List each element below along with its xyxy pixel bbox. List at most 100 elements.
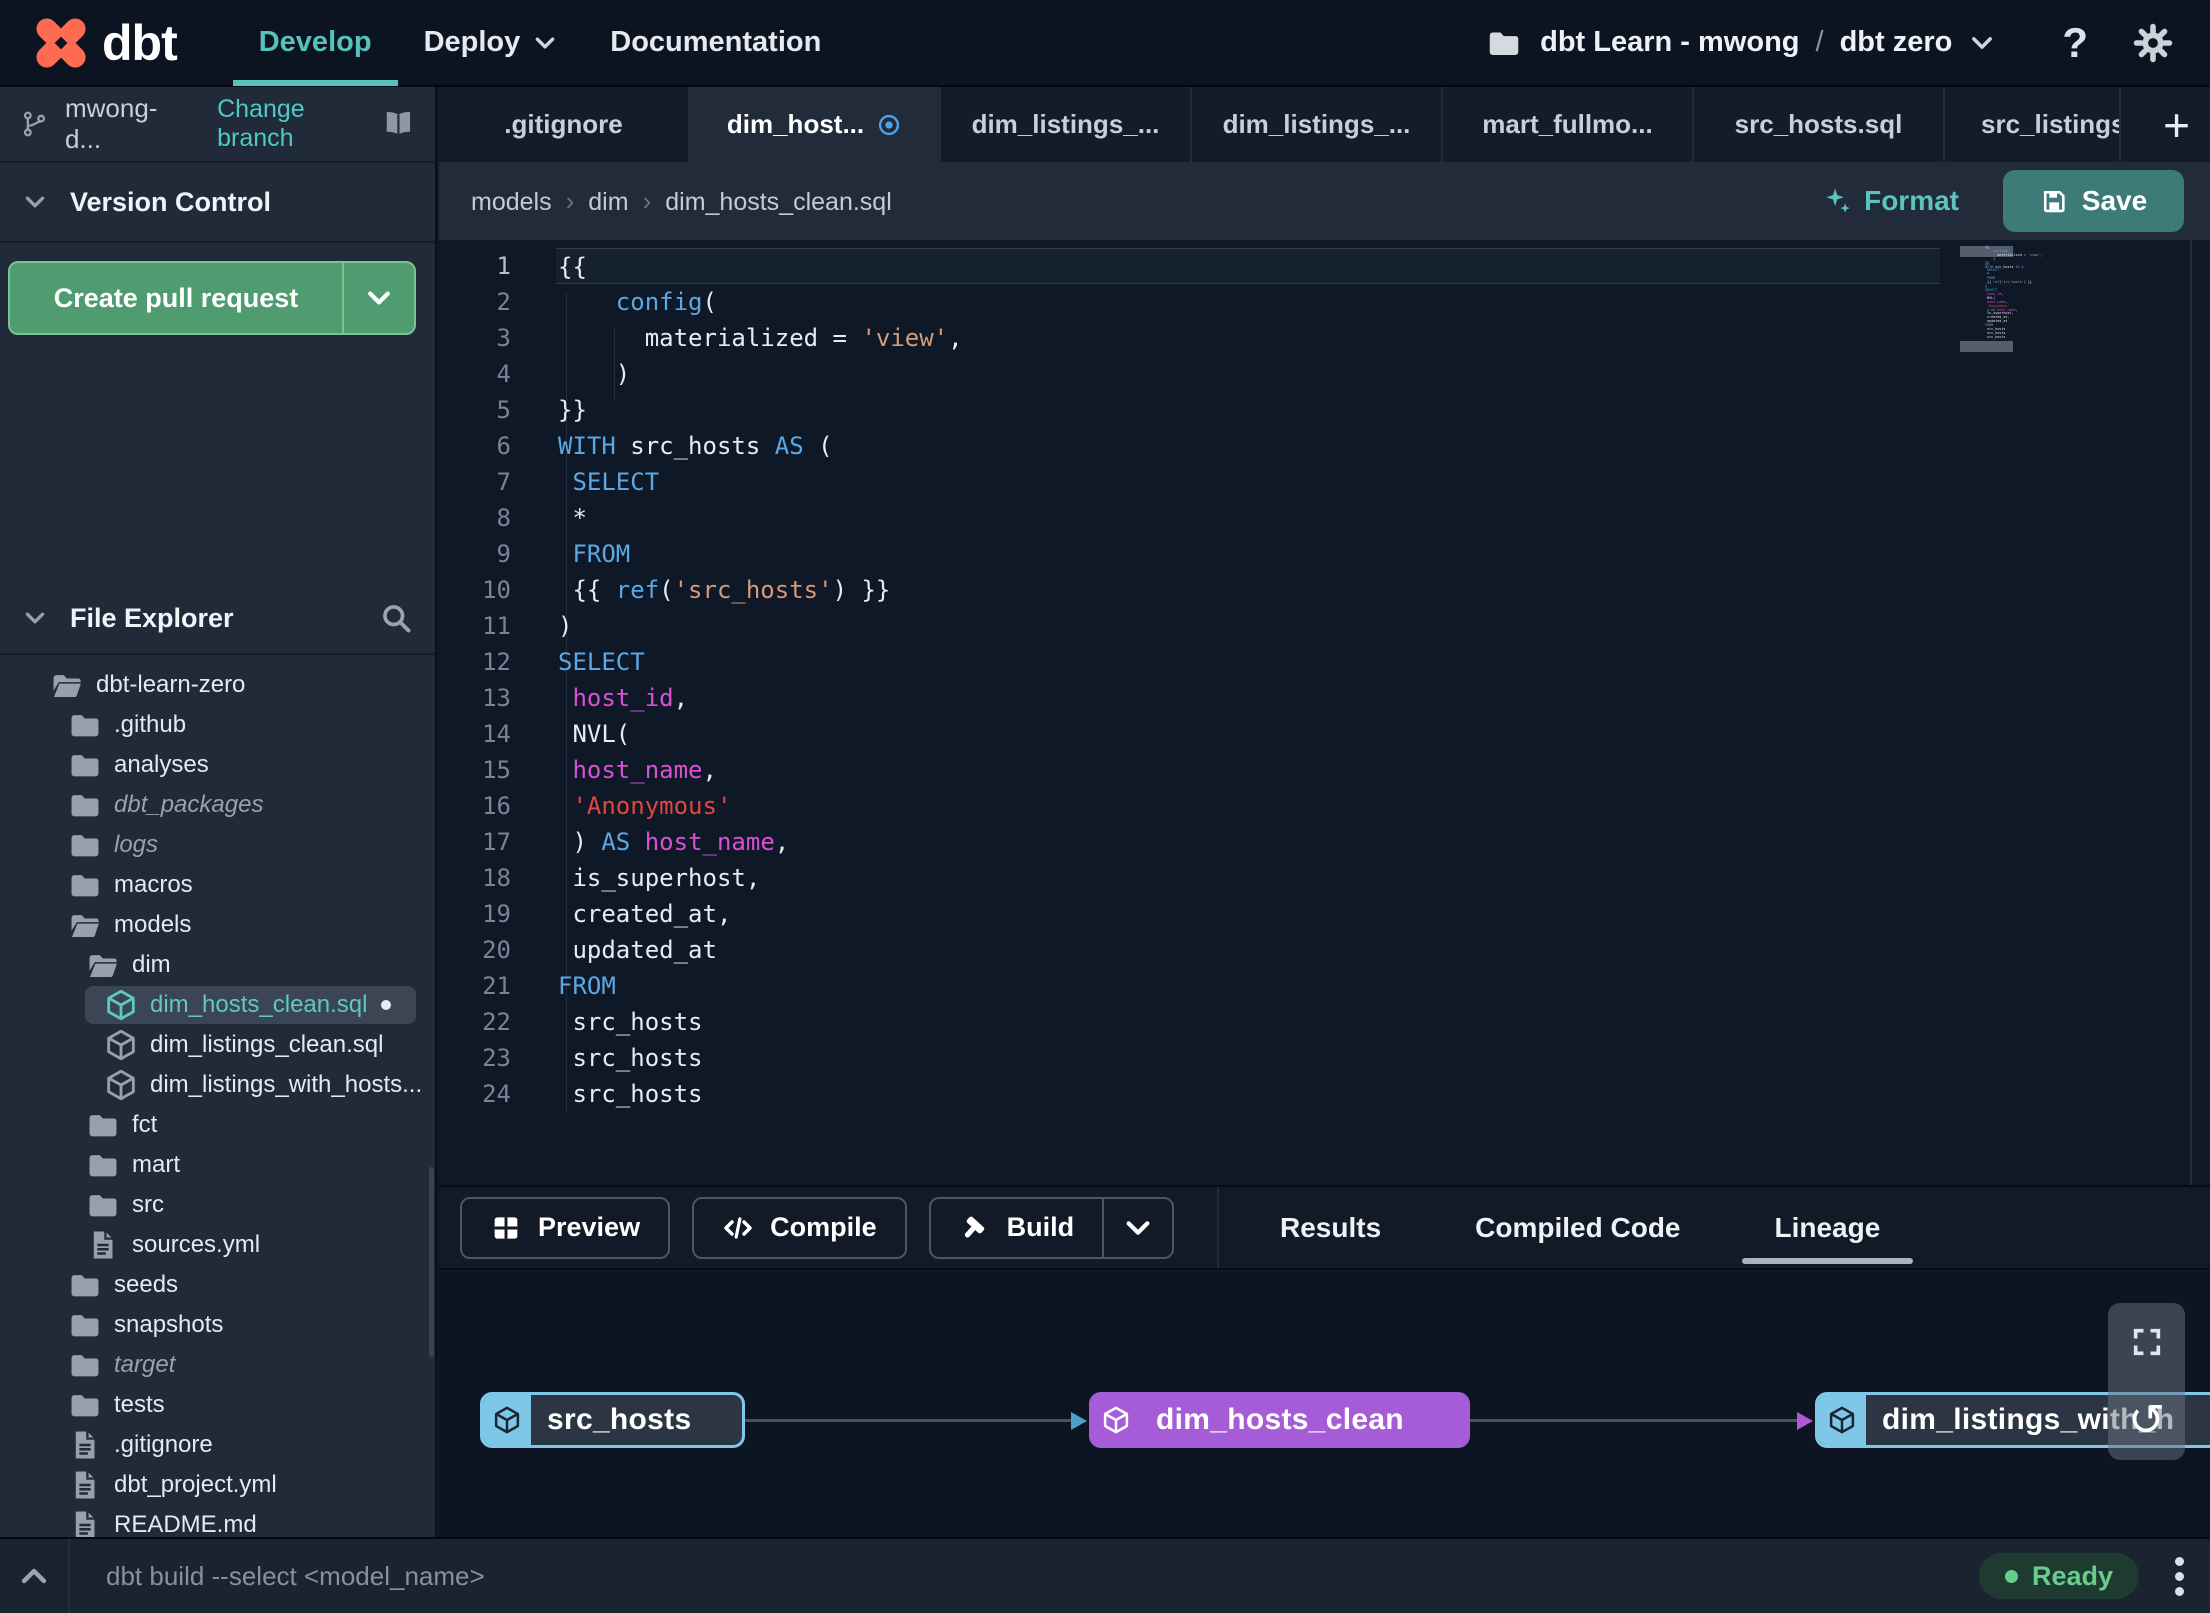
code-line-3[interactable]: 3 materialized = 'view', xyxy=(439,320,1940,356)
help-icon[interactable]: ? xyxy=(2062,19,2088,67)
lineage-node-dim-hosts-clean[interactable]: dim_hosts_clean xyxy=(1089,1392,1470,1448)
tree-item-gitignore[interactable]: .gitignore xyxy=(0,1425,435,1465)
build-button[interactable]: Build xyxy=(928,1196,1175,1259)
command-input-hint[interactable]: dbt build --select <model_name> xyxy=(106,1561,485,1592)
code-line-21[interactable]: 21 FROM xyxy=(439,968,1940,1004)
code-line-24[interactable]: 24 src_hosts xyxy=(439,1076,1940,1112)
code-line-6[interactable]: 6 WITH src_hosts AS ( xyxy=(439,428,1940,464)
file-tab-src-listings[interactable]: src_listings. xyxy=(1945,87,2121,162)
code-line-16[interactable]: 16 'Anonymous' xyxy=(439,788,1940,824)
panel-tab-lineage[interactable]: Lineage xyxy=(1741,1187,1914,1268)
create-pull-request-button[interactable]: Create pull request xyxy=(8,261,416,335)
tree-item-dim-hosts-clean-sql[interactable]: dim_hosts_clean.sql xyxy=(0,985,435,1025)
version-control-header[interactable]: Version Control xyxy=(0,163,435,243)
chevron-down-icon[interactable] xyxy=(1968,29,1996,57)
code-line-12[interactable]: 12 SELECT xyxy=(439,644,1940,680)
crumb-models[interactable]: models xyxy=(471,188,552,216)
reset-view-button[interactable]: ↺ xyxy=(2108,1382,2185,1461)
code-line-13[interactable]: 13 host_id, xyxy=(439,680,1940,716)
docs-book-icon[interactable] xyxy=(382,107,415,141)
save-button[interactable]: Save xyxy=(2003,170,2184,232)
code-line-4[interactable]: 4 ) xyxy=(439,356,1940,392)
code-line-2[interactable]: 2 config( xyxy=(439,284,1940,320)
file-tab-strip: .gitignore dim_host... dim_listings_... dim… xyxy=(439,87,2210,162)
file-tab-gitignore[interactable]: .gitignore xyxy=(439,87,690,162)
tree-item-analyses[interactable]: analyses xyxy=(0,745,435,785)
editor-scrollbar[interactable] xyxy=(2190,240,2192,1185)
tree-item-dbt-packages[interactable]: dbt_packages xyxy=(0,785,435,825)
sidebar-scrollbar[interactable] xyxy=(429,1167,434,1357)
file-tab-dim-host[interactable]: dim_host... xyxy=(690,87,941,162)
tree-item-tests[interactable]: tests xyxy=(0,1385,435,1425)
chevron-down-icon[interactable] xyxy=(22,605,48,631)
environment-name[interactable]: dbt zero xyxy=(1840,26,1953,59)
tree-item-seeds[interactable]: seeds xyxy=(0,1265,435,1305)
fullscreen-button[interactable] xyxy=(2108,1303,2185,1382)
tree-item-target[interactable]: target xyxy=(0,1345,435,1385)
change-branch-link[interactable]: Change branch xyxy=(217,95,382,153)
code-line-10[interactable]: 10 {{ ref('src_hosts') }} xyxy=(439,572,1940,608)
tree-item-dim[interactable]: dim xyxy=(0,945,435,985)
account-name[interactable]: dbt Learn - mwong xyxy=(1540,26,1799,59)
code-line-14[interactable]: 14 NVL( xyxy=(439,716,1940,752)
tree-item-dim-listings-with-hosts[interactable]: dim_listings_with_hosts... xyxy=(0,1065,435,1105)
tree-item-models[interactable]: models xyxy=(0,905,435,945)
search-icon[interactable] xyxy=(379,601,413,635)
code-line-7[interactable]: 7 SELECT xyxy=(439,464,1940,500)
add-tab-button[interactable]: + xyxy=(2155,87,2198,162)
nav-item-deploy[interactable]: Deploy xyxy=(398,0,585,86)
minimap[interactable]: {{ config( materialized = 'view', )}} WIT… xyxy=(1985,245,2145,340)
file-tab-src-hosts-sql[interactable]: src_hosts.sql xyxy=(1694,87,1945,162)
tree-item-dbt-learn-zero[interactable]: dbt-learn-zero xyxy=(0,665,435,705)
crumb-dim[interactable]: dim xyxy=(588,188,628,216)
tree-item-snapshots[interactable]: snapshots xyxy=(0,1305,435,1345)
code-line-20[interactable]: 20 updated_at xyxy=(439,932,1940,968)
compile-button[interactable]: Compile xyxy=(692,1196,907,1259)
kebab-menu[interactable] xyxy=(2169,1551,2190,1602)
file-tab-mart-fullmo[interactable]: mart_fullmo... xyxy=(1443,87,1694,162)
code-line-8[interactable]: 8 * xyxy=(439,500,1940,536)
code-line-17[interactable]: 17 ) AS host_name, xyxy=(439,824,1940,860)
command-bar-expand[interactable] xyxy=(0,1559,68,1593)
create-pull-request-label[interactable]: Create pull request xyxy=(10,263,344,333)
crumb-dim-hosts-clean-sql[interactable]: dim_hosts_clean.sql xyxy=(665,188,892,216)
tree-item-readme-md[interactable]: README.md xyxy=(0,1505,435,1537)
tree-item-dbt-project-yml[interactable]: dbt_project.yml xyxy=(0,1465,435,1505)
file-explorer-header[interactable]: File Explorer xyxy=(0,583,435,655)
tree-item-sources-yml[interactable]: sources.yml xyxy=(0,1225,435,1265)
pull-request-dropdown[interactable] xyxy=(344,263,414,333)
preview-grid-icon xyxy=(494,1216,518,1239)
lineage-panel[interactable]: src_hosts dim_hosts_clean dim_listings_wit… xyxy=(439,1272,2210,1537)
tree-item-github[interactable]: .github xyxy=(0,705,435,745)
build-dropdown[interactable] xyxy=(1104,1212,1172,1244)
panel-tab-compiled-code[interactable]: Compiled Code xyxy=(1442,1187,1713,1268)
code-line-5[interactable]: 5}} xyxy=(439,392,1940,428)
nav-item-develop[interactable]: Develop xyxy=(232,0,398,86)
panel-tab-results[interactable]: Results xyxy=(1247,1187,1414,1268)
code-line-9[interactable]: 9 FROM xyxy=(439,536,1940,572)
code-line-19[interactable]: 19 created_at, xyxy=(439,896,1940,932)
code-line-15[interactable]: 15 host_name, xyxy=(439,752,1940,788)
tree-item-macros[interactable]: macros xyxy=(0,865,435,905)
nav-item-documentation[interactable]: Documentation xyxy=(584,0,847,86)
code-line-22[interactable]: 22 src_hosts xyxy=(439,1004,1940,1040)
code-editor[interactable]: 1{{2 config(3 materialized = 'view', 4 ) 5… xyxy=(439,240,2210,1185)
code-line-1[interactable]: 1 {{ xyxy=(439,248,1940,284)
tree-item-logs[interactable]: logs xyxy=(0,825,435,865)
code-line-11[interactable]: 11) xyxy=(439,608,1940,644)
tree-item-dim-listings-clean-sql[interactable]: dim_listings_clean.sql xyxy=(0,1025,435,1065)
gear-icon[interactable] xyxy=(2132,22,2174,64)
code-line-23[interactable]: 23 src_hosts xyxy=(439,1040,1940,1076)
file-tab-dim-listings[interactable]: dim_listings_... xyxy=(1192,87,1443,162)
dbt-logo[interactable]: dbt xyxy=(30,12,178,74)
preview-button[interactable]: Preview xyxy=(460,1196,671,1259)
file-tab-dim-listings[interactable]: dim_listings_... xyxy=(941,87,1192,162)
code-line-18[interactable]: 18 is_superhost, xyxy=(439,860,1940,896)
format-button[interactable]: Format xyxy=(1822,185,1959,217)
tree-item-mart[interactable]: mart xyxy=(0,1145,435,1185)
lineage-node-src-hosts[interactable]: src_hosts xyxy=(480,1392,745,1448)
tree-item-src[interactable]: src xyxy=(0,1185,435,1225)
status-badge[interactable]: Ready xyxy=(1978,1553,2139,1599)
tree-item-fct[interactable]: fct xyxy=(0,1105,435,1145)
chevron-down-icon[interactable] xyxy=(22,189,48,215)
